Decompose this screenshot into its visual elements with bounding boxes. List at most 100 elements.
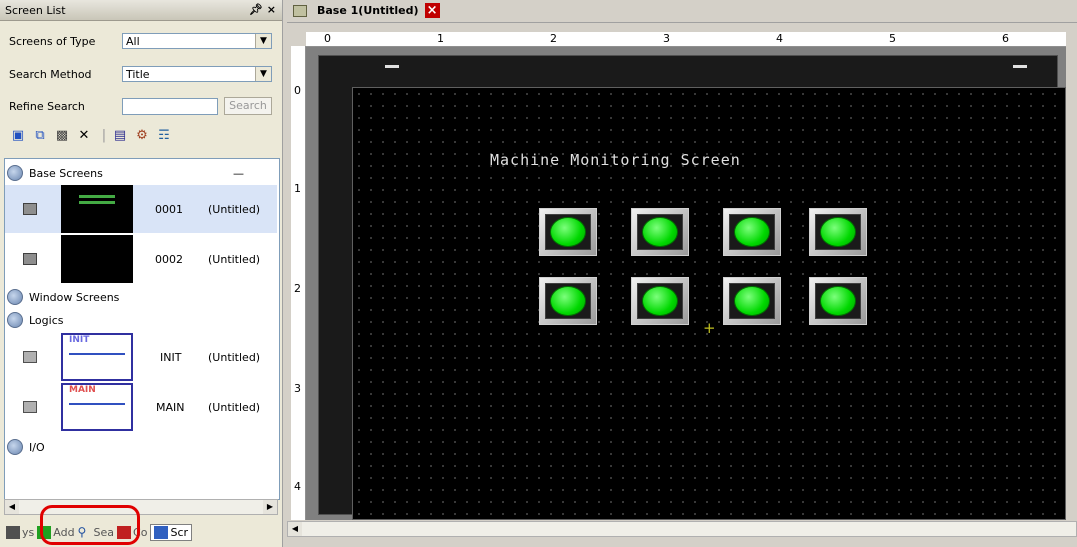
- screen-thumbnail: [61, 235, 133, 283]
- screens-of-type-value: All: [126, 35, 140, 48]
- refine-search-input[interactable]: [122, 97, 218, 115]
- screen-properties-icon[interactable]: ▤: [112, 128, 128, 144]
- frame-handle: [1013, 65, 1027, 68]
- document-tab[interactable]: Base 1(Untitled) ×: [293, 3, 440, 18]
- logic-item-init[interactable]: INIT INIT (Untitled): [5, 333, 277, 381]
- lamp-indicator[interactable]: [723, 208, 781, 256]
- screen-tools-icon[interactable]: ⚙: [134, 128, 150, 144]
- new-screen-icon[interactable]: ▣: [10, 128, 26, 144]
- folder-gear-icon: [7, 439, 23, 455]
- logic-title: (Untitled): [208, 351, 261, 364]
- horizontal-ruler: 0 1 2 3 4 5 6: [306, 32, 1066, 47]
- lamp-bulb: [820, 286, 856, 316]
- vertical-ruler: 0 1 2 3 4: [291, 46, 306, 520]
- ladder-diagram: [69, 403, 125, 415]
- screen-title: (Untitled): [208, 253, 261, 266]
- base-screens-category[interactable]: Base Screens —: [7, 162, 244, 184]
- screen-tree: Base Screens — 0001 (Untitled) 0002 (Unt…: [4, 158, 280, 500]
- logic-item-main[interactable]: MAIN MAIN (Untitled): [5, 383, 277, 431]
- ruler-label: 3: [663, 32, 670, 45]
- lamp-frame: [545, 283, 591, 319]
- lamp-bulb: [734, 286, 770, 316]
- chevron-down-icon[interactable]: ▼: [255, 67, 271, 81]
- logic-thumbnail: INIT: [61, 333, 133, 381]
- highlight-annotation: [40, 505, 140, 545]
- base-screen-item-0001[interactable]: 0001 (Untitled): [5, 185, 277, 233]
- lamp-indicator[interactable]: [809, 277, 867, 325]
- screen-list-panel: Screen List 📌︎ × Screens of Type All ▼ S…: [0, 0, 283, 547]
- system-icon: [6, 525, 20, 539]
- frame-handle: [385, 65, 399, 68]
- screen-list-toolbar: ▣ ⧉ ▩ ✕ | ▤ ⚙ ☶: [0, 119, 282, 153]
- tab-system[interactable]: ys: [6, 525, 35, 539]
- lamp-frame: [815, 283, 861, 319]
- toolbar-separator: |: [101, 128, 107, 143]
- logics-label: Logics: [29, 313, 64, 327]
- screens-of-type-label: Screens of Type: [9, 34, 96, 48]
- lamp-frame: [545, 214, 591, 250]
- search-button[interactable]: Search: [224, 97, 272, 115]
- crosshair-icon: +: [703, 319, 716, 337]
- document-tab-title: Base 1(Untitled): [317, 4, 419, 17]
- lamp-bulb: [734, 217, 770, 247]
- ruler-label: 2: [294, 282, 301, 295]
- base-screens-label: Base Screens: [29, 166, 103, 180]
- document-tab-bar: Base 1(Untitled) ×: [287, 0, 1077, 23]
- panel-title: Screen List: [5, 3, 66, 17]
- ruler-label: 0: [324, 32, 331, 45]
- lamp-indicator[interactable]: [539, 277, 597, 325]
- lamp-indicator[interactable]: [539, 208, 597, 256]
- monitor-icon: [293, 4, 307, 17]
- lamp-indicator[interactable]: [631, 277, 689, 325]
- ruler-label: 4: [294, 480, 301, 493]
- screen-title: (Untitled): [208, 203, 261, 216]
- io-category[interactable]: I/O: [7, 436, 45, 458]
- paste-screen-icon[interactable]: ▩: [54, 128, 70, 144]
- logic-thumbnail: MAIN: [61, 383, 133, 431]
- screen-list-icon: [154, 525, 169, 539]
- editor-horizontal-scrollbar[interactable]: ◀: [287, 521, 1077, 537]
- panel-title-bar: Screen List 📌︎ ×: [0, 0, 282, 21]
- refine-search-row: Refine Search Search: [0, 91, 282, 121]
- screen-view-icon[interactable]: ☶: [156, 128, 172, 144]
- tab-label: Scr: [170, 525, 189, 539]
- logics-category[interactable]: Logics: [7, 309, 63, 331]
- screens-of-type-row: Screens of Type All ▼: [0, 26, 282, 56]
- lamp-indicator[interactable]: [723, 277, 781, 325]
- lamp-frame: [637, 214, 683, 250]
- chevron-down-icon[interactable]: ▼: [255, 34, 271, 48]
- lamp-indicator[interactable]: [631, 208, 689, 256]
- ruler-label: 5: [889, 32, 896, 45]
- scroll-left-icon[interactable]: ◀: [288, 522, 302, 536]
- copy-screen-icon[interactable]: ⧉: [32, 128, 48, 144]
- ruler-label: 3: [294, 382, 301, 395]
- search-method-label: Search Method: [9, 67, 92, 81]
- tab-label: ys: [22, 525, 35, 539]
- monitor-icon: [23, 253, 37, 265]
- logic-tag: MAIN: [69, 385, 96, 395]
- screen-title-text[interactable]: Machine Monitoring Screen: [490, 151, 741, 169]
- lamp-frame: [815, 214, 861, 250]
- folder-gear-icon: [7, 289, 23, 305]
- ladder-diagram: [69, 353, 125, 365]
- pin-icon[interactable]: 📌︎: [249, 3, 263, 16]
- scroll-left-icon[interactable]: ◀: [5, 500, 19, 514]
- close-panel-icon[interactable]: ×: [267, 3, 276, 16]
- lamp-frame: [729, 283, 775, 319]
- ruler-label: 6: [1002, 32, 1009, 45]
- base-screen-item-0002[interactable]: 0002 (Untitled): [5, 235, 277, 283]
- folder-gear-icon: [7, 165, 23, 181]
- lamp-bulb: [550, 217, 586, 247]
- collapse-icon[interactable]: —: [233, 167, 244, 180]
- close-document-icon[interactable]: ×: [424, 3, 440, 18]
- screens-of-type-select[interactable]: All ▼: [122, 33, 272, 49]
- refine-search-label: Refine Search: [9, 99, 85, 113]
- ruler-label: 1: [437, 32, 444, 45]
- lamp-bulb: [550, 286, 586, 316]
- tab-screen-list[interactable]: Scr: [150, 523, 193, 541]
- window-screens-category[interactable]: Window Screens: [7, 286, 119, 308]
- search-method-select[interactable]: Title ▼: [122, 66, 272, 82]
- delete-icon[interactable]: ✕: [76, 128, 92, 144]
- scroll-right-icon[interactable]: ▶: [263, 500, 277, 514]
- lamp-indicator[interactable]: [809, 208, 867, 256]
